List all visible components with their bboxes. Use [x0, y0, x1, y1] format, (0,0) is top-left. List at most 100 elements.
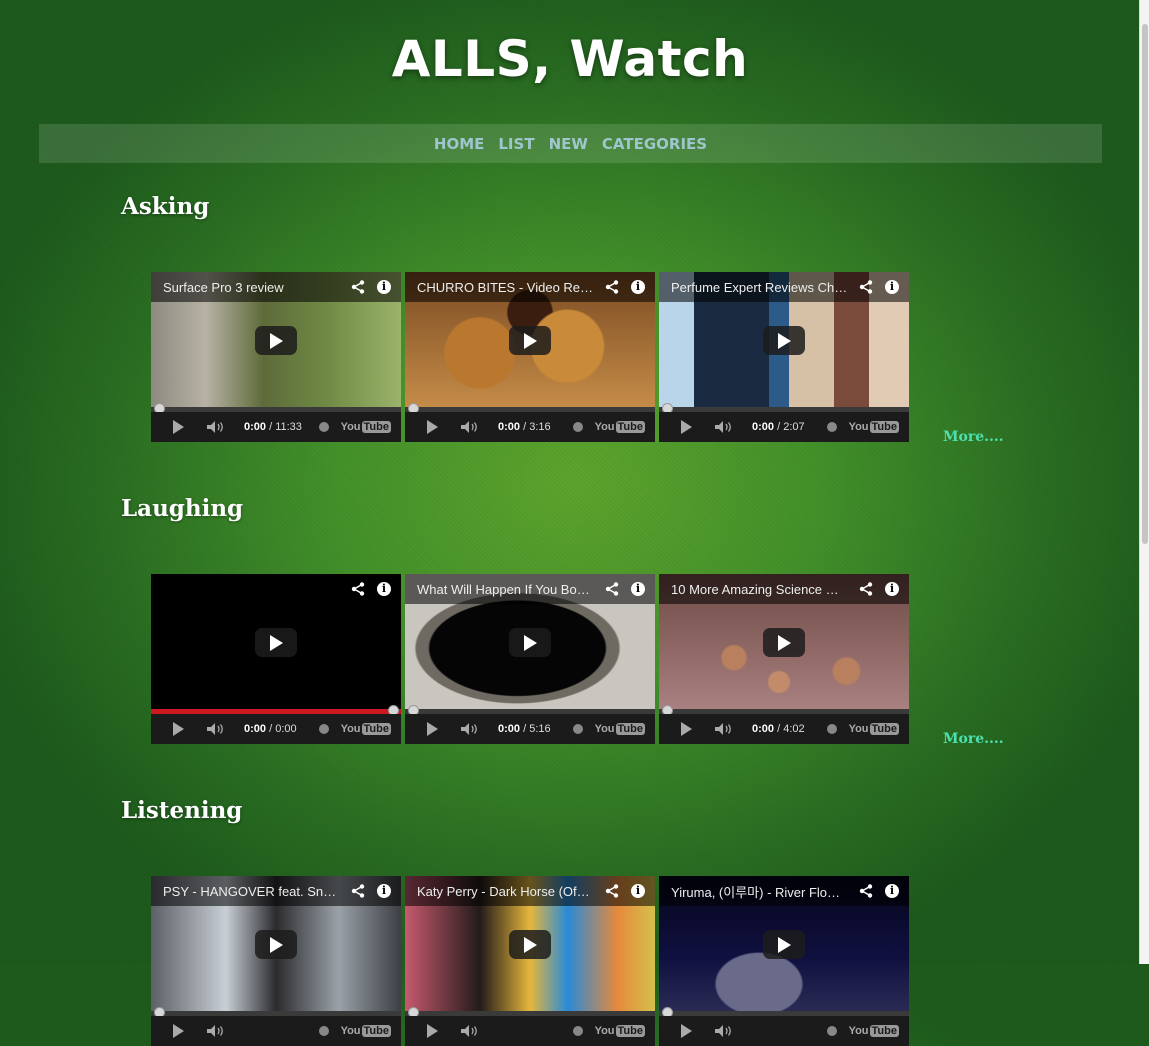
video-player[interactable]: Yiruma, (이루마) - River Flow… i You Tube: [659, 876, 909, 1046]
section-heading-listening: Listening: [121, 797, 243, 824]
big-play-button[interactable]: [255, 930, 297, 959]
video-player[interactable]: 10 More Amazing Science … i 0:00 / 4:02 You…: [659, 574, 909, 744]
share-icon[interactable]: [349, 580, 367, 598]
big-play-button[interactable]: [509, 628, 551, 657]
info-icon[interactable]: i: [629, 278, 647, 296]
time-display: 0:00 / 3:16: [498, 421, 551, 433]
share-icon[interactable]: [857, 278, 875, 296]
play-icon[interactable]: [173, 722, 184, 736]
play-icon[interactable]: [173, 1024, 184, 1038]
time-display: 0:00 / 11:33: [244, 421, 302, 433]
video-title-bar: CHURRO BITES - Video Re… i: [405, 272, 655, 302]
big-play-button[interactable]: [255, 628, 297, 657]
volume-icon[interactable]: [206, 420, 226, 434]
big-play-button[interactable]: [509, 930, 551, 959]
volume-icon[interactable]: [460, 722, 480, 736]
youtube-logo-tube: Tube: [361, 421, 391, 433]
volume-icon[interactable]: [714, 1024, 734, 1038]
video-player[interactable]: CHURRO BITES - Video Re… i 0:00 / 3:16 You T…: [405, 272, 655, 442]
watch-later-icon[interactable]: [826, 724, 837, 734]
video-player[interactable]: What Will Happen If You Bo… i 0:00 / 5:16 Y…: [405, 574, 655, 744]
big-play-button[interactable]: [255, 326, 297, 355]
youtube-logo[interactable]: You Tube: [341, 421, 391, 433]
more-link-laughing[interactable]: More....: [943, 731, 1004, 747]
info-icon[interactable]: i: [375, 882, 393, 900]
volume-icon[interactable]: [714, 722, 734, 736]
big-play-button[interactable]: [509, 326, 551, 355]
info-icon[interactable]: i: [629, 882, 647, 900]
big-play-button[interactable]: [763, 326, 805, 355]
share-icon[interactable]: [603, 580, 621, 598]
watch-later-icon[interactable]: [826, 1026, 837, 1036]
youtube-logo[interactable]: You Tube: [595, 1025, 645, 1037]
share-icon[interactable]: [857, 580, 875, 598]
info-icon[interactable]: i: [629, 580, 647, 598]
watch-later-icon[interactable]: [318, 1026, 329, 1036]
video-title[interactable]: 10 More Amazing Science …: [671, 582, 849, 597]
share-icon[interactable]: [603, 882, 621, 900]
watch-later-icon[interactable]: [572, 724, 583, 734]
info-icon[interactable]: i: [883, 580, 901, 598]
play-icon[interactable]: [681, 722, 692, 736]
player-controls: 0:00 / 5:16 You Tube: [405, 714, 655, 744]
youtube-logo[interactable]: You Tube: [849, 421, 899, 433]
video-player[interactable]: Perfume Expert Reviews Ch… i 0:00 / 2:07 Yo…: [659, 272, 909, 442]
nav-new[interactable]: NEW: [549, 135, 588, 153]
video-title[interactable]: What Will Happen If You Bo…: [417, 582, 595, 597]
volume-icon[interactable]: [714, 420, 734, 434]
video-title[interactable]: PSY - HANGOVER feat. Sn…: [163, 884, 341, 899]
info-icon[interactable]: i: [375, 278, 393, 296]
video-title[interactable]: Yiruma, (이루마) - River Flow…: [671, 882, 849, 901]
video-title[interactable]: Katy Perry - Dark Horse (Of…: [417, 884, 595, 899]
play-icon[interactable]: [173, 420, 184, 434]
play-icon[interactable]: [427, 722, 438, 736]
watch-later-icon[interactable]: [572, 422, 583, 432]
share-icon[interactable]: [349, 278, 367, 296]
youtube-logo[interactable]: You Tube: [341, 1025, 391, 1037]
big-play-button[interactable]: [763, 930, 805, 959]
volume-icon[interactable]: [206, 1024, 226, 1038]
play-icon[interactable]: [427, 420, 438, 434]
share-icon[interactable]: [857, 882, 875, 900]
youtube-logo[interactable]: You Tube: [595, 723, 645, 735]
youtube-logo[interactable]: You Tube: [849, 723, 899, 735]
volume-icon[interactable]: [460, 1024, 480, 1038]
video-title[interactable]: Perfume Expert Reviews Ch…: [671, 280, 849, 295]
current-time: 0:00: [752, 723, 775, 735]
nav-home[interactable]: HOME: [434, 135, 484, 153]
video-title[interactable]: Surface Pro 3 review: [163, 280, 341, 295]
info-icon[interactable]: i: [883, 278, 901, 296]
watch-later-icon[interactable]: [318, 724, 329, 734]
nav-categories[interactable]: CATEGORIES: [602, 135, 707, 153]
info-icon[interactable]: i: [883, 882, 901, 900]
watch-later-icon[interactable]: [826, 422, 837, 432]
video-player[interactable]: Surface Pro 3 review i 0:00 / 11:33 You Tube: [151, 272, 401, 442]
page-scrollbar[interactable]: [1139, 0, 1149, 964]
video-player[interactable]: i 0:00 / 0:00 You Tube: [151, 574, 401, 744]
play-icon[interactable]: [681, 420, 692, 434]
video-player[interactable]: PSY - HANGOVER feat. Sn… i You Tube: [151, 876, 401, 1046]
share-icon[interactable]: [603, 278, 621, 296]
big-play-button[interactable]: [763, 628, 805, 657]
scrollbar-thumb[interactable]: [1142, 24, 1148, 544]
current-time: 0:00: [244, 723, 267, 735]
watch-later-icon[interactable]: [318, 422, 329, 432]
volume-icon[interactable]: [460, 420, 480, 434]
current-time: 0:00: [498, 421, 521, 433]
video-title[interactable]: CHURRO BITES - Video Re…: [417, 280, 595, 295]
video-player[interactable]: Katy Perry - Dark Horse (Of… i You Tube: [405, 876, 655, 1046]
player-controls: You Tube: [659, 1016, 909, 1046]
watch-later-icon[interactable]: [572, 1026, 583, 1036]
share-icon[interactable]: [349, 882, 367, 900]
play-icon[interactable]: [681, 1024, 692, 1038]
duration: / 0:00: [269, 723, 297, 735]
youtube-logo[interactable]: You Tube: [849, 1025, 899, 1037]
youtube-logo[interactable]: You Tube: [341, 723, 391, 735]
play-icon[interactable]: [427, 1024, 438, 1038]
more-link-asking[interactable]: More....: [943, 429, 1004, 445]
nav-list[interactable]: LIST: [498, 135, 534, 153]
youtube-logo-tube: Tube: [615, 1025, 645, 1037]
info-icon[interactable]: i: [375, 580, 393, 598]
youtube-logo[interactable]: You Tube: [595, 421, 645, 433]
volume-icon[interactable]: [206, 722, 226, 736]
